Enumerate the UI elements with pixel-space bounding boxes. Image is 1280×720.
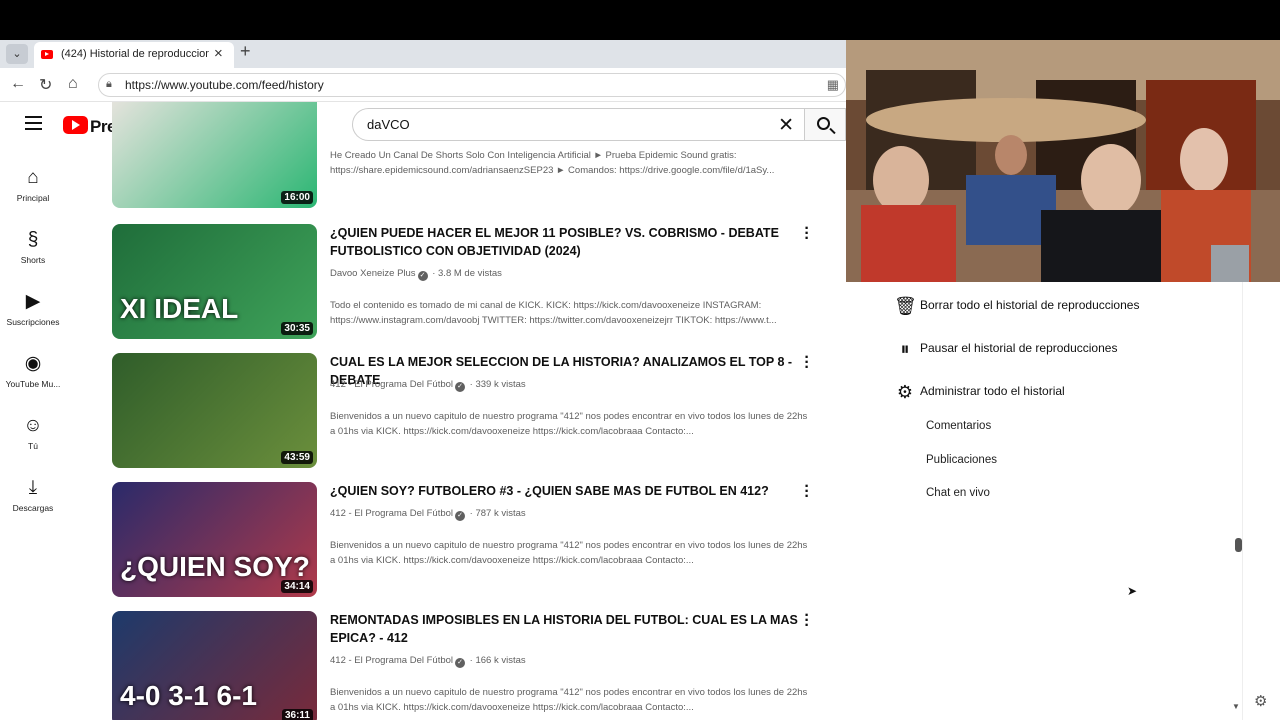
youtube-favicon-icon bbox=[41, 50, 53, 59]
channel-name[interactable]: 412 - El Programa Del Fútbol bbox=[330, 379, 453, 390]
webcam-scene bbox=[846, 40, 1280, 282]
browser-tab[interactable]: (424) Historial de reproducciones × bbox=[34, 42, 234, 68]
posts-link[interactable]: Publicaciones bbox=[926, 454, 997, 466]
channel-name[interactable]: Davoo Xeneize Plus bbox=[330, 268, 416, 279]
video-item[interactable]: ¿QUIEN SOY? 34:14 ¿QUIEN SOY? FUTBOLERO #3… bbox=[112, 479, 822, 598]
browser-toolbar: ← ↻ ⌂ 🔒︎ https://www.youtube.com/feed/hi… bbox=[0, 68, 846, 102]
channel-name[interactable]: 412 - El Programa Del Fútbol bbox=[330, 508, 453, 519]
pause-history-label: Pausar el historial de reproducciones bbox=[920, 341, 1118, 355]
youtube-page: Premium PY daVCO ✕ ⌂Principal§Shorts▶Sus… bbox=[0, 102, 846, 720]
verified-icon: ✓ bbox=[455, 382, 466, 392]
video-thumbnail[interactable]: XI IDEAL 30:35 bbox=[112, 224, 317, 339]
home-icon[interactable]: ⌂ bbox=[68, 75, 78, 93]
back-icon[interactable]: ← bbox=[10, 75, 26, 93]
view-count: 166 k vistas bbox=[475, 655, 526, 666]
video-item[interactable]: 16:00 He Creado Un Canal De Shorts Solo C… bbox=[112, 102, 822, 209]
clear-history-label: Borrar todo el historial de reproduccion… bbox=[920, 298, 1140, 312]
tab-title: (424) Historial de reproducciones bbox=[61, 48, 209, 60]
video-meta: 412 - El Programa Del Fútbol ✓ · 166 k vi… bbox=[330, 655, 526, 668]
meta-separator: · bbox=[429, 268, 439, 279]
more-options-icon[interactable]: · · · bbox=[804, 350, 810, 376]
verified-icon: ✓ bbox=[417, 271, 428, 281]
channel-name[interactable]: 412 - El Programa Del Fútbol bbox=[330, 655, 453, 666]
more-options-icon[interactable]: · · · bbox=[804, 479, 810, 505]
video-description: Bienvenidos a un nuevo capitulo de nuest… bbox=[330, 687, 808, 713]
video-thumbnail[interactable]: 4-0 3-1 6-1 36:11 bbox=[112, 611, 317, 720]
view-count: 339 k vistas bbox=[475, 379, 526, 390]
duration-badge: 30:35 bbox=[281, 322, 313, 335]
video-item[interactable]: 4-0 3-1 6-1 36:11 REMONTADAS IMPOSIBLES EN… bbox=[112, 608, 822, 720]
live-chat-link[interactable]: Chat en vivo bbox=[926, 487, 990, 499]
video-title[interactable]: ¿QUIEN SOY? FUTBOLERO #3 - ¿QUIEN SABE M… bbox=[330, 482, 800, 500]
verified-icon: ✓ bbox=[455, 511, 466, 521]
site-info-icon[interactable]: 🔒︎ bbox=[106, 78, 112, 91]
webcam-overlay bbox=[846, 40, 1280, 282]
history-list: 16:00 He Creado Un Canal De Shorts Solo C… bbox=[0, 102, 846, 720]
video-description: He Creado Un Canal De Shorts Solo Con In… bbox=[330, 150, 775, 176]
gear-icon: ⚙︎ bbox=[896, 382, 914, 402]
url-text: https://www.youtube.com/feed/history bbox=[125, 78, 324, 92]
video-item[interactable]: 43:59 CUAL ES LA MEJOR SELECCION DE LA HI… bbox=[112, 350, 822, 469]
manage-history-label: Administrar todo el historial bbox=[920, 384, 1065, 398]
reload-icon[interactable]: ↻ bbox=[39, 75, 52, 95]
extensions-icon[interactable]: ▦ bbox=[827, 77, 839, 93]
video-thumbnail[interactable]: 16:00 bbox=[112, 102, 317, 208]
video-item[interactable]: XI IDEAL 30:35 ¿QUIEN PUEDE HACER EL MEJOR… bbox=[112, 221, 822, 340]
view-count: 3.8 M de vistas bbox=[438, 268, 502, 279]
new-tab-button[interactable]: + bbox=[240, 41, 251, 62]
scrollbar[interactable] bbox=[1242, 282, 1254, 720]
video-title[interactable]: ¿QUIEN PUEDE HACER EL MEJOR 11 POSIBLE? … bbox=[330, 224, 800, 260]
menu-icon[interactable] bbox=[25, 116, 42, 130]
video-description: Bienvenidos a un nuevo capitulo de nuest… bbox=[330, 540, 808, 566]
verified-icon: ✓ bbox=[455, 658, 466, 668]
scroll-down-icon[interactable]: ▼ bbox=[1232, 702, 1240, 711]
pause-icon: ⏸︎ bbox=[900, 339, 910, 359]
video-title[interactable]: REMONTADAS IMPOSIBLES EN LA HISTORIA DEL… bbox=[330, 611, 800, 647]
more-options-icon[interactable]: · · · bbox=[804, 608, 810, 634]
browser-tab-bar: ⌄ (424) Historial de reproducciones × + bbox=[0, 40, 846, 68]
video-description: Bienvenidos a un nuevo capitulo de nuest… bbox=[330, 411, 808, 437]
view-count: 787 k vistas bbox=[475, 508, 526, 519]
thumbnail-text: ¿QUIEN SOY? bbox=[120, 551, 310, 582]
tab-close-icon[interactable]: × bbox=[214, 45, 223, 62]
history-options-panel: 🗑︎ Borrar todo el historial de reproducc… bbox=[846, 282, 1280, 720]
duration-badge: 36:11 bbox=[281, 709, 313, 720]
youtube-logo-icon[interactable] bbox=[63, 116, 88, 134]
settings-gear-icon[interactable]: ⚙︎ bbox=[1254, 692, 1267, 710]
video-thumbnail[interactable]: 43:59 bbox=[112, 353, 317, 468]
thumbnail-text: XI IDEAL bbox=[120, 293, 239, 324]
duration-badge: 16:00 bbox=[281, 191, 313, 204]
scrollbar-thumb[interactable] bbox=[1235, 538, 1242, 552]
more-options-icon[interactable]: · · · bbox=[804, 221, 810, 247]
video-description: Todo el contenido es tomado de mi canal … bbox=[330, 300, 777, 326]
duration-badge: 34:14 bbox=[281, 580, 313, 593]
comments-link[interactable]: Comentarios bbox=[926, 420, 991, 432]
video-meta: Davoo Xeneize Plus ✓ · 3.8 M de vistas bbox=[330, 268, 502, 281]
thumbnail-text: 4-0 3-1 6-1 bbox=[120, 680, 257, 711]
duration-badge: 43:59 bbox=[281, 451, 313, 464]
video-thumbnail[interactable]: ¿QUIEN SOY? 34:14 bbox=[112, 482, 317, 597]
trash-icon: 🗑︎ bbox=[894, 296, 917, 316]
mouse-cursor-icon: ➤ bbox=[1127, 584, 1138, 598]
video-meta: 412 - El Programa Del Fútbol ✓ · 787 k vi… bbox=[330, 508, 526, 521]
address-bar[interactable]: 🔒︎ https://www.youtube.com/feed/history … bbox=[98, 73, 846, 97]
video-meta: 412 - El Programa Del Fútbol ✓ · 339 k vi… bbox=[330, 379, 526, 392]
tab-list-button[interactable]: ⌄ bbox=[6, 44, 28, 64]
screen: ⌄ (424) Historial de reproducciones × + … bbox=[0, 0, 1280, 720]
